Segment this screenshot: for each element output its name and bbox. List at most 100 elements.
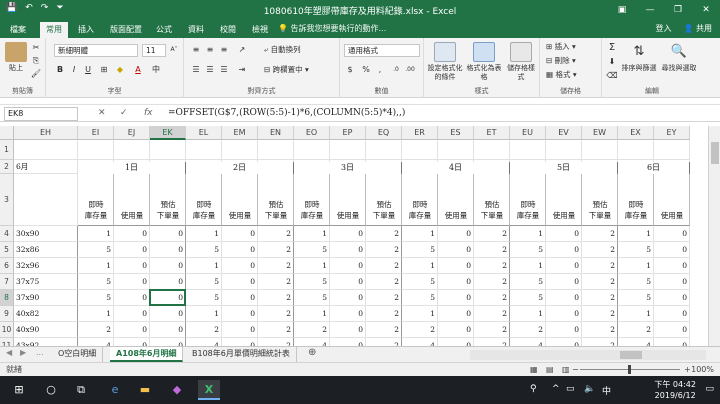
data-cell[interactable]: 0 [654,258,690,274]
data-cell[interactable]: 1 [510,226,546,242]
data-cell[interactable]: 0 [546,338,582,346]
data-cell[interactable]: 2 [582,258,618,274]
data-cell[interactable]: 0 [222,242,258,258]
italic-button[interactable]: I [68,64,80,76]
data-cell[interactable]: 2 [582,290,618,306]
data-cell[interactable]: 1 [618,258,654,274]
data-cell[interactable]: 4 [78,338,114,346]
data-cell[interactable]: 0 [654,306,690,322]
sub-header-cell[interactable]: 預估 下單量 [582,174,618,226]
data-cell[interactable]: 2 [618,322,654,338]
size-label[interactable]: 40x90 [14,322,78,338]
share-button[interactable]: 👤 共用 [683,22,712,36]
data-cell[interactable]: 2 [258,274,294,290]
minimize-button[interactable]: — [636,0,664,20]
column-header[interactable]: ES [438,126,474,140]
edge-icon[interactable]: e [104,380,126,400]
horizontal-scrollbar[interactable] [470,350,706,360]
data-cell[interactable]: 1 [186,306,222,322]
comma-button[interactable]: , [374,64,386,76]
data-cell[interactable]: 2 [258,242,294,258]
normal-view-icon[interactable]: ▦ [530,363,538,376]
data-cell[interactable]: 5 [402,274,438,290]
row-header[interactable]: 2 [0,160,14,174]
enter-icon[interactable]: ✓ [120,108,128,118]
vertical-scroll-thumb[interactable] [711,142,719,164]
notification-icon[interactable]: ▭ [705,384,714,394]
data-cell[interactable]: 5 [510,290,546,306]
sub-header-cell[interactable]: 即時 庫存量 [510,174,546,226]
grid-cell[interactable] [222,140,258,160]
data-cell[interactable]: 0 [222,338,258,346]
data-cell[interactable]: 4 [402,338,438,346]
data-cell[interactable]: 1 [510,258,546,274]
sub-header-cell[interactable]: 即時 庫存量 [78,174,114,226]
delete-cells-button[interactable]: ⊟ 刪除 ▾ [546,55,576,67]
data-cell[interactable]: 5 [618,290,654,306]
app-icon[interactable]: ◆ [166,380,188,400]
wrap-text-button[interactable]: ⤶ 自動換列 [264,44,301,56]
data-cell[interactable]: 0 [330,306,366,322]
font-size-select[interactable]: 11 [142,44,166,57]
column-header[interactable]: EU [510,126,546,140]
orientation-icon[interactable]: ↗ [236,44,248,56]
sub-header-cell[interactable]: 使用量 [654,174,690,226]
column-header[interactable]: EP [330,126,366,140]
row-header[interactable]: 8 [0,290,14,306]
data-cell[interactable]: 5 [510,274,546,290]
data-cell[interactable]: 5 [186,242,222,258]
sub-header-cell[interactable]: 預估 下單量 [474,174,510,226]
data-cell[interactable]: 0 [114,290,150,306]
percent-button[interactable]: % [360,64,372,76]
data-cell[interactable]: 0 [546,242,582,258]
column-header[interactable]: EY [654,126,690,140]
row-header[interactable]: 11 [0,338,14,346]
data-cell[interactable]: 0 [114,258,150,274]
clear-icon[interactable]: ⌫ [606,70,618,82]
data-cell[interactable]: 2 [582,322,618,338]
data-cell[interactable]: 1 [402,306,438,322]
zoom-in-button[interactable]: + [684,363,691,376]
increase-decimal-icon[interactable]: .0 [390,64,402,76]
data-cell[interactable]: 0 [546,290,582,306]
font-color-icon[interactable]: A [132,64,144,76]
align-center-icon[interactable]: ☰ [204,64,216,76]
grid-cell[interactable] [114,140,150,160]
fill-color-icon[interactable]: ◆ [114,64,126,76]
column-header[interactable]: EQ [366,126,402,140]
size-label[interactable]: 43x92 [14,338,78,346]
fill-icon[interactable]: ⬇ [606,56,618,68]
data-cell[interactable]: 0 [438,290,474,306]
size-label[interactable]: 32x96 [14,258,78,274]
format-as-table-button[interactable]: 格式化為表格 [466,42,502,82]
sub-header-cell[interactable]: 使用量 [330,174,366,226]
data-cell[interactable]: 0 [330,242,366,258]
taskbar-clock[interactable]: 下午 04:42 2019/6/12 [654,379,696,401]
grid-cell[interactable] [618,140,654,160]
sub-header-cell[interactable]: 使用量 [438,174,474,226]
page-layout-view-icon[interactable]: ▤ [546,363,554,376]
data-cell[interactable]: 5 [618,242,654,258]
size-label[interactable]: 37x90 [14,290,78,306]
insert-function-icon[interactable]: fx [144,108,153,118]
sub-header-cell[interactable]: 即時 庫存量 [294,174,330,226]
excel-taskbar-icon[interactable]: X [198,380,220,400]
spreadsheet-grid[interactable]: EH EI EJ EK EL EM EN EO EP EQ ER ES ET EU EV EW EX EY 1 2 3 4… [0,126,708,346]
size-label[interactable]: 30x90 [14,226,78,242]
data-cell[interactable]: 0 [330,322,366,338]
column-header[interactable]: EL [186,126,222,140]
data-cell[interactable]: 0 [114,322,150,338]
data-cell[interactable]: 0 [546,258,582,274]
data-cell[interactable]: 1 [510,306,546,322]
currency-button[interactable]: $ [344,64,356,76]
row-header[interactable]: 3 [0,174,14,226]
zoom-slider-knob[interactable] [628,365,631,374]
restore-button[interactable]: ❐ [664,0,692,20]
ime-icon[interactable]: 中 [602,384,611,397]
start-icon[interactable]: ⊞ [8,380,30,400]
data-cell[interactable]: 1 [78,306,114,322]
column-header[interactable]: EV [546,126,582,140]
column-header[interactable]: EH [14,126,78,140]
data-cell[interactable]: 2 [582,226,618,242]
data-cell[interactable]: 0 [654,338,690,346]
